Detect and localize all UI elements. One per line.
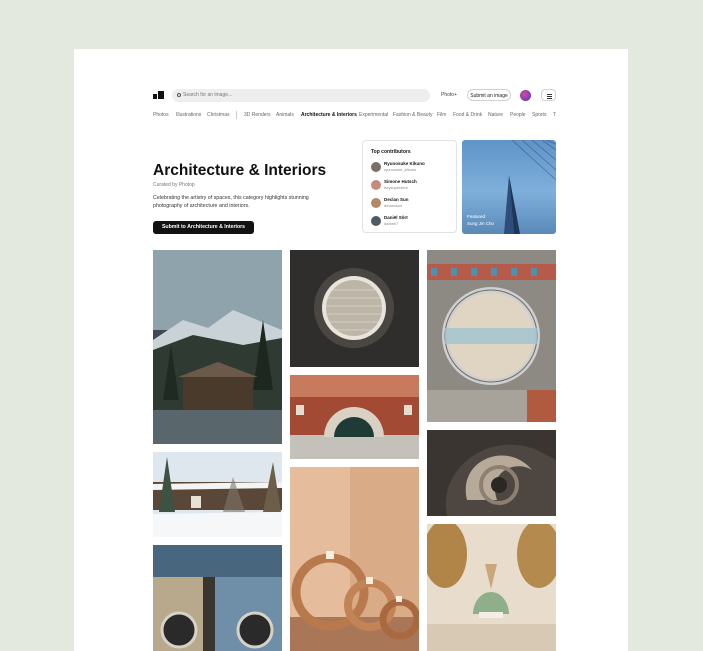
contributor-handle: danielr7 (384, 221, 399, 226)
search-icon (177, 93, 181, 97)
photo-image (153, 545, 282, 651)
nav-divider (236, 111, 237, 119)
curated-by: Curated by Photop (153, 182, 195, 188)
logo-icon[interactable] (153, 91, 164, 99)
nav-item-photos[interactable]: Photos (153, 110, 169, 120)
nav-item-illustrations[interactable]: Illustrations (176, 110, 201, 120)
nav-item-food[interactable]: Food & Drink (453, 110, 482, 120)
contributor-handle: declansun (384, 203, 403, 208)
avatar (371, 180, 381, 190)
contributor-name: Declan Sun (384, 197, 409, 202)
submit-image-button[interactable]: Submit an image (467, 89, 511, 101)
nav-item-nature[interactable]: Nature (488, 110, 503, 120)
nav-item-architecture[interactable]: Architecture & Interiors (301, 110, 357, 120)
page-title: Architecture & Interiors (153, 162, 327, 179)
contributor-row[interactable]: Simone Hutsch heysupersimi (371, 178, 453, 192)
nav-item-sports[interactable]: Sports (532, 110, 546, 120)
photo-image (290, 375, 419, 459)
contributor-name: Ryunosuke Kikuno (384, 161, 425, 166)
page-card: Search for an image... Photo+ Submit an … (74, 49, 628, 651)
featured-author[interactable]: Sung Jin Cho (467, 221, 494, 226)
photo-mountain-cabin[interactable] (153, 250, 282, 444)
photo-image (153, 250, 282, 444)
category-nav: Photos Illustrations Christmas 3D Render… (153, 110, 556, 120)
avatar[interactable] (520, 90, 531, 101)
search-placeholder: Search for an image... (183, 92, 233, 98)
contributor-row[interactable]: Daniël Sôrt danielr7 (371, 214, 453, 228)
avatar (371, 162, 381, 172)
nav-item-3d-renders[interactable]: 3D Renders (244, 110, 271, 120)
nav-item-christmas[interactable]: Christmas (207, 110, 230, 120)
contributor-name: Daniël Sôrt (384, 215, 408, 220)
submit-to-category-button[interactable]: Submit to Architecture & Interiors (153, 221, 254, 234)
photo-vynl-round-window[interactable] (427, 250, 556, 422)
contributor-handle: ryunosuke_kikuno (384, 167, 417, 172)
nav-item-animals[interactable]: Animals (276, 110, 294, 120)
contributors-heading: Top contributors (371, 149, 411, 155)
avatar (371, 198, 381, 208)
photo-spiral-staircase[interactable] (427, 430, 556, 516)
photo-wooden-candle-holders[interactable] (290, 467, 419, 651)
nav-item-experimental[interactable]: Experimental (359, 110, 388, 120)
photo-image (290, 250, 419, 367)
photo-image (427, 524, 556, 651)
photo-arch-building[interactable] (290, 375, 419, 459)
photo-plus-link[interactable]: Photo+ (441, 89, 457, 102)
avatar (371, 216, 381, 226)
photo-blue-wall[interactable] (153, 545, 282, 651)
photo-image (427, 250, 556, 422)
search-input[interactable]: Search for an image... (172, 89, 430, 102)
contributor-name: Simone Hutsch (384, 179, 417, 184)
photo-snow-house[interactable] (153, 452, 282, 537)
contributor-row[interactable]: Declan Sun declansun (371, 196, 453, 210)
nav-item-more[interactable]: T (553, 110, 556, 120)
photo-image (153, 452, 282, 537)
nav-item-film[interactable]: Film (437, 110, 446, 120)
featured-image[interactable]: Featured Sung Jin Cho (462, 140, 556, 234)
photo-image (290, 467, 419, 651)
featured-tower-photo (504, 140, 556, 234)
contributor-handle: heysupersimi (384, 185, 408, 190)
top-header: Search for an image... Photo+ Submit an … (153, 89, 556, 103)
featured-label: Featured (467, 214, 486, 219)
photo-glowing-circle[interactable] (290, 250, 419, 367)
top-contributors-card: Top contributors Ryunosuke Kikuno ryunos… (362, 140, 457, 233)
category-description: Celebrating the artistry of spaces, this… (153, 195, 309, 209)
nav-item-people[interactable]: People (510, 110, 526, 120)
photo-arched-interior[interactable] (427, 524, 556, 651)
photo-image (427, 430, 556, 516)
contributor-row[interactable]: Ryunosuke Kikuno ryunosuke_kikuno (371, 160, 453, 174)
menu-button[interactable] (541, 89, 556, 101)
nav-item-fashion[interactable]: Fashion & Beauty (393, 110, 432, 120)
